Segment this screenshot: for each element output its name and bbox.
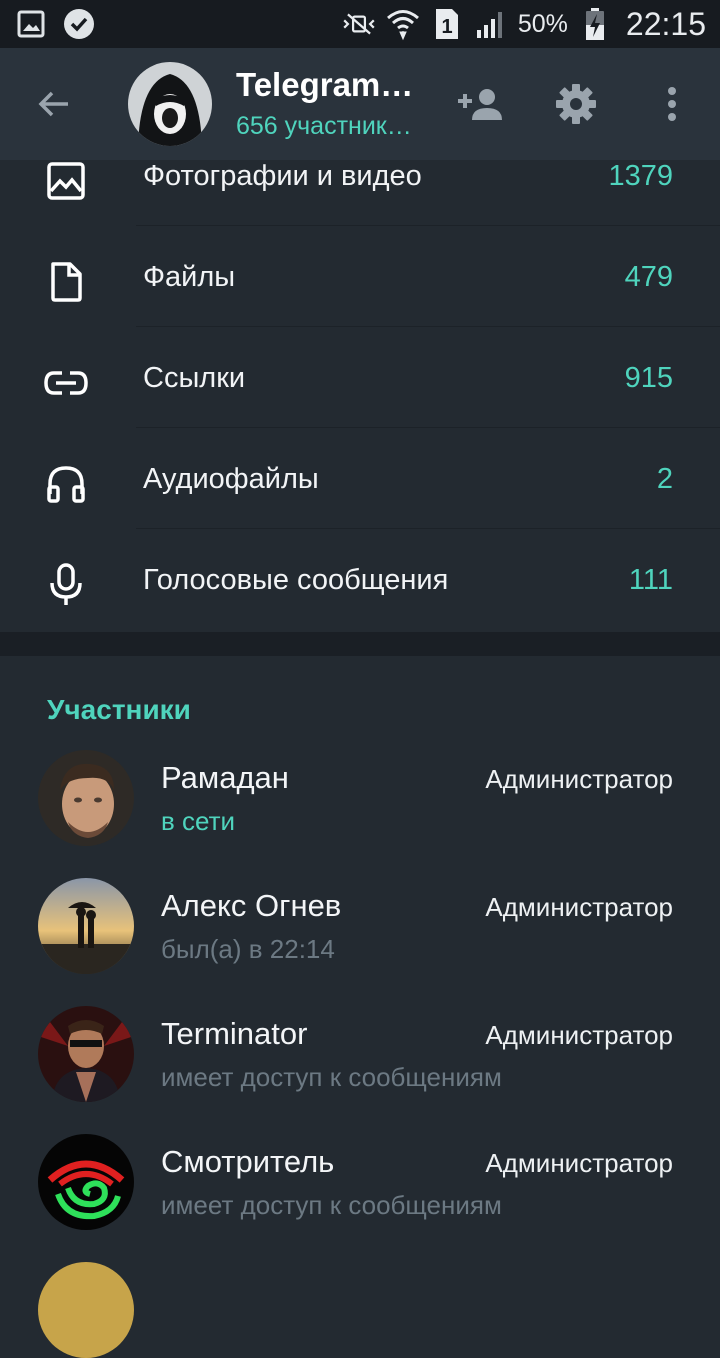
media-row-links[interactable]: Ссылки 915	[0, 327, 720, 428]
media-row-photos[interactable]	[0, 25, 720, 126]
member-row[interactable]: Terminator имеет доступ к сообщениям Адм…	[0, 1004, 720, 1132]
avatar	[38, 1262, 134, 1358]
media-label: Ссылки	[143, 362, 246, 394]
avatar	[38, 878, 134, 974]
member-status: в сети	[161, 806, 236, 836]
member-row[interactable]: Алекс Огнев был(а) в 22:14 Администратор	[0, 876, 720, 1004]
media-row-voice[interactable]: Голосовые сообщения 111	[0, 529, 720, 630]
member-status: имеет доступ к сообщениям	[161, 1190, 502, 1220]
member-name: Алекс Огнев	[161, 888, 342, 923]
media-count: 1379	[608, 160, 673, 192]
member-name: Смотритель	[161, 1144, 335, 1179]
media-row-files[interactable]: Файлы 479	[0, 226, 720, 327]
mic-icon	[42, 561, 90, 609]
member-row[interactable]: Рамадан в сети Администратор	[0, 748, 720, 876]
file-icon	[42, 258, 90, 306]
headphones-icon	[42, 460, 90, 508]
media-label: Файлы	[143, 261, 236, 293]
member-role: Администратор	[485, 892, 673, 922]
avatar	[38, 1006, 134, 1102]
members-list: Рамадан в сети Администратор Алекс Огнев…	[0, 748, 720, 1260]
shared-media-section: Фотографии и видео 1379 Файлы 479 Ссылки…	[0, 160, 720, 632]
member-status: имеет доступ к сообщениям	[161, 1062, 502, 1092]
link-icon	[42, 359, 90, 407]
media-label: Фотографии и видео	[143, 160, 422, 192]
member-role: Администратор	[485, 1020, 673, 1050]
member-role: Администратор	[485, 1148, 673, 1178]
media-label: Голосовые сообщения	[143, 564, 449, 596]
media-count: 479	[624, 261, 673, 293]
section-separator	[0, 632, 720, 656]
member-name: Рамадан	[161, 760, 289, 795]
member-name: Terminator	[161, 1016, 308, 1051]
media-row-audio[interactable]: Аудиофайлы 2	[0, 428, 720, 529]
media-label: Аудиофайлы	[143, 463, 319, 495]
avatar	[38, 750, 134, 846]
media-count: 111	[628, 564, 673, 596]
avatar	[38, 1134, 134, 1230]
media-row-photos[interactable]: Фотографии и видео 1379	[0, 160, 720, 226]
members-section-title: Участники	[47, 694, 191, 725]
media-count: 915	[624, 362, 673, 394]
photo-icon	[42, 160, 90, 205]
member-row[interactable]: Смотритель имеет доступ к сообщениям Адм…	[0, 1132, 720, 1260]
member-role: Администратор	[485, 764, 673, 794]
media-count: 2	[656, 463, 673, 495]
member-status: был(а) в 22:14	[161, 934, 335, 964]
